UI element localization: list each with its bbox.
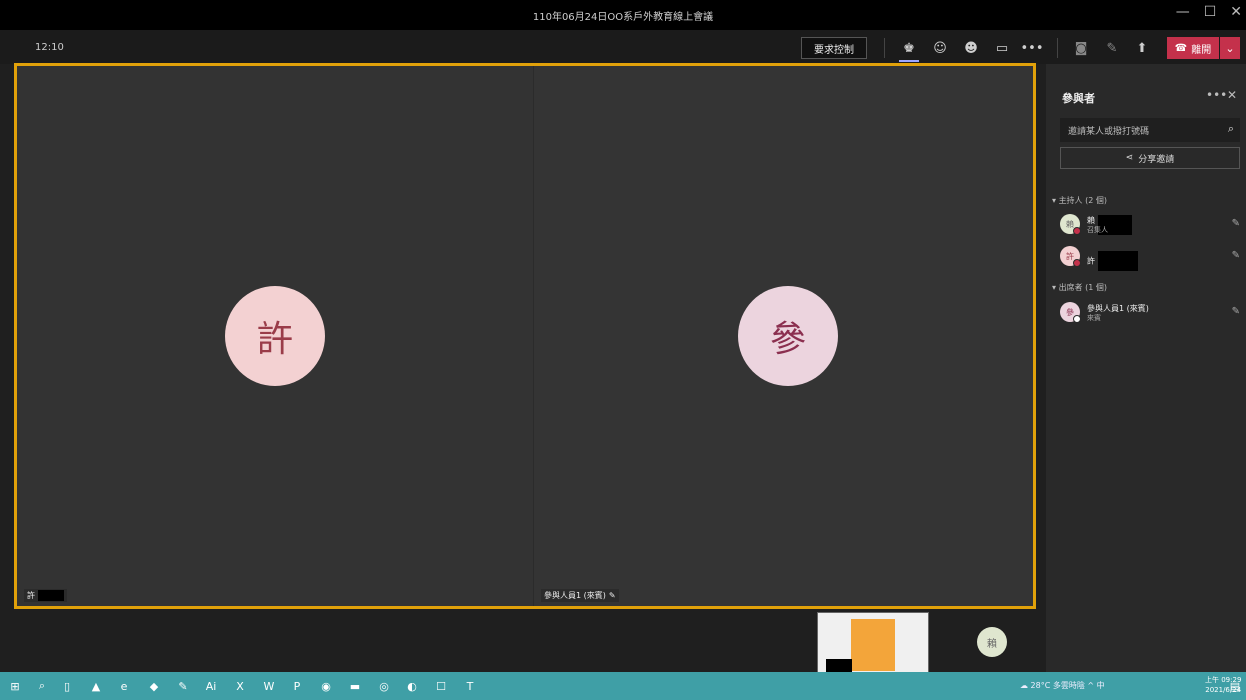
presence-dot — [1073, 315, 1081, 323]
participant-role: 召集人 — [1087, 226, 1108, 234]
participants-active-indicator — [899, 60, 919, 62]
participant-name: 許 — [1087, 251, 1138, 271]
panel-close-icon[interactable]: ✕ — [1227, 88, 1237, 102]
video-stage: 許 許 參 參與人員1 (來賓) ✎ — [14, 63, 1036, 609]
ie-browser-icon[interactable]: e — [115, 677, 133, 695]
chevron-up-icon[interactable]: ^ — [1087, 681, 1094, 690]
ime-label[interactable]: 中 — [1097, 681, 1105, 690]
participant-role: 來賓 — [1087, 314, 1101, 322]
mic-off-icon[interactable]: ✎ — [1103, 39, 1121, 57]
tile-name-label: 參與人員1 (來賓) ✎ — [541, 589, 619, 602]
minimize-button[interactable]: — — [1176, 4, 1190, 20]
powerpoint-icon[interactable]: P — [288, 677, 306, 695]
start-icon[interactable]: ⊞ — [6, 677, 24, 695]
leave-label: 離開 — [1191, 44, 1212, 56]
panel-more-icon[interactable]: ••• — [1206, 88, 1227, 102]
mic-off-icon: ✎ — [1231, 250, 1240, 261]
participants-panel: 參與者 ••• ✕ 邀請某人或撥打號碼 ⌕ ⋖ 分享邀請 ▾ 主持人 (2 個)… — [1046, 64, 1246, 672]
meeting-toolbar: 12:10 要求控制 ♚ ☺ ☻ ▭ ••• ◙ ✎ ⬆ ☎ 離開 ⌄ — [0, 30, 1246, 64]
file-explorer-icon[interactable]: ▬ — [346, 677, 364, 695]
system-tray: ☁ 28°C 多雲時陰 ^ 中 — [1020, 680, 1105, 691]
meeting-timer: 12:10 — [35, 42, 64, 53]
mic-off-icon: ✎ — [1231, 218, 1240, 229]
leave-button[interactable]: ☎ 離開 — [1167, 37, 1219, 59]
excel-icon[interactable]: X — [231, 677, 249, 695]
participant-avatar: 參 — [738, 286, 838, 386]
share-icon: ⋖ — [1125, 153, 1134, 163]
network-icon[interactable]: ◉ — [317, 677, 335, 695]
toolbar-divider — [884, 38, 885, 58]
rooms-icon[interactable]: ▭ — [993, 39, 1011, 57]
redaction-box — [1097, 251, 1138, 271]
participants-icon[interactable]: ♚ — [900, 39, 918, 57]
participant-row[interactable]: 參 參與人員1 (來賓) 來賓 ✎ — [1060, 302, 1244, 326]
presence-dot — [1073, 259, 1081, 267]
leave-options-button[interactable]: ⌄ — [1220, 37, 1240, 59]
share-invite-button[interactable]: ⋖ 分享邀請 — [1060, 147, 1240, 169]
teams-icon[interactable]: T — [461, 677, 479, 695]
search-icon: ⌕ — [1227, 122, 1234, 135]
participant-row[interactable]: 許 許 ✎ — [1060, 246, 1244, 271]
chat-icon[interactable]: ☺ — [931, 39, 949, 57]
request-control-button[interactable]: 要求控制 — [801, 37, 867, 59]
attendees-section-toggle[interactable]: ▾ 出席者 (1 個) — [1052, 282, 1107, 293]
more-actions-icon[interactable]: ••• — [1021, 39, 1044, 57]
search-icon[interactable]: ⌕ — [33, 677, 51, 695]
chrome-icon[interactable]: ◎ — [375, 677, 393, 695]
redaction-box — [38, 590, 64, 601]
share-tray-icon[interactable]: ⬆ — [1133, 39, 1151, 57]
participant-avatar: 許 — [225, 286, 325, 386]
close-button[interactable]: ✕ — [1230, 4, 1242, 20]
weather-text[interactable]: 28°C 多雲時陰 — [1031, 681, 1085, 690]
presence-dot — [1073, 227, 1081, 235]
toolbar-divider — [1057, 38, 1058, 58]
camera-off-icon[interactable]: ◙ — [1072, 39, 1090, 57]
participant-row[interactable]: 賴 賴 召集人 ✎ — [1060, 214, 1244, 238]
notification-icon[interactable]: ▤ — [1226, 677, 1244, 695]
video-tile-right[interactable]: 參 參與人員1 (來賓) ✎ — [534, 66, 1033, 606]
task-view-icon[interactable]: ▯ — [58, 677, 76, 695]
tile-name-label: 許 — [24, 589, 67, 602]
chevron-down-icon: ▾ — [1052, 283, 1057, 292]
paint-icon[interactable]: ✎ — [174, 677, 192, 695]
illustrator-icon[interactable]: Ai — [202, 677, 220, 695]
shared-content-thumbnail[interactable] — [817, 612, 929, 675]
windows-taskbar: ⊞ ⌕ ▯ ▲ e ◆ ✎ Ai X W P ◉ ▬ ◎ ◐ ☐ T ☁ 28°… — [0, 672, 1246, 700]
self-avatar[interactable]: 賴 — [977, 627, 1007, 657]
phone-hangup-icon: ☎ — [1174, 42, 1188, 54]
weather-icon: ☁ — [1020, 681, 1028, 690]
photos-app-icon[interactable]: ▲ — [87, 677, 105, 695]
maximize-button[interactable]: ☐ — [1204, 4, 1217, 20]
title-bar: 110年06月24日OO系戶外教育線上會議 — ☐ ✕ — [0, 0, 1246, 30]
window-title: 110年06月24日OO系戶外教育線上會議 — [532, 12, 714, 23]
panel-title: 參與者 — [1062, 92, 1095, 105]
dropbox-icon[interactable]: ◆ — [145, 677, 163, 695]
mic-off-icon: ✎ — [608, 591, 616, 600]
chevron-down-icon: ▾ — [1052, 196, 1057, 205]
word-icon[interactable]: W — [260, 677, 278, 695]
presenters-section-toggle[interactable]: ▾ 主持人 (2 個) — [1052, 195, 1107, 206]
edge-icon[interactable]: ◐ — [403, 677, 421, 695]
line-app-icon[interactable]: ☐ — [432, 677, 450, 695]
invite-search-input[interactable]: 邀請某人或撥打號碼 ⌕ — [1060, 118, 1240, 142]
reactions-icon[interactable]: ☻ — [962, 39, 980, 57]
video-tile-left[interactable]: 許 許 — [17, 66, 533, 606]
mic-off-icon: ✎ — [1231, 306, 1240, 317]
